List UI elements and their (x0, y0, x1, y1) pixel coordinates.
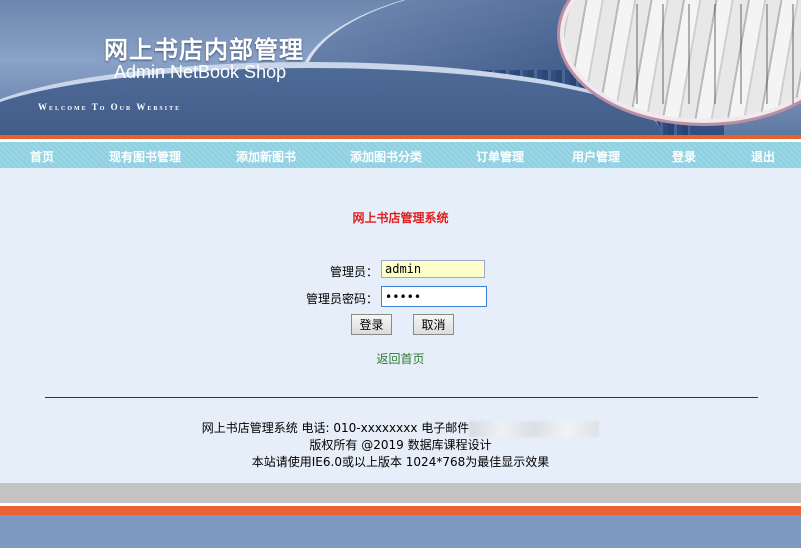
bottom-bar-blue (0, 515, 801, 548)
cancel-button[interactable]: 取消 (413, 314, 454, 335)
username-input[interactable] (381, 260, 485, 278)
bottom-bar-gray (0, 483, 801, 503)
password-input[interactable] (381, 286, 487, 307)
footer-contact-text: 网上书店管理系统 电话: 010-xxxxxxxx 电子邮件 (201, 421, 470, 435)
nav-users[interactable]: 用户管理 (572, 148, 620, 165)
site-title: 网上书店内部管理 (104, 36, 304, 64)
footer-copyright: 版权所有 @2019 数据库课程设计 (309, 438, 492, 452)
nav-books-manage[interactable]: 现有图书管理 (109, 148, 181, 165)
bottom-bar-orange (0, 506, 801, 515)
nav-login[interactable]: 登录 (672, 148, 696, 165)
login-heading: 网上书店管理系统 (352, 211, 449, 225)
login-button[interactable]: 登录 (351, 314, 392, 335)
footer-divider (45, 397, 758, 398)
username-label: 管理员： (329, 265, 378, 279)
nav-home[interactable]: 首页 (30, 148, 54, 165)
footer-contact: 网上书店管理系统 电话: 010-xxxxxxxx 电子邮件 (0, 419, 801, 437)
password-label: 管理员密码： (305, 292, 378, 306)
header-banner: 网上书店内部管理 Admin NetBook Shop Welcome To O… (0, 0, 801, 135)
redacted-email (469, 420, 600, 437)
nav-logout[interactable]: 退出 (751, 148, 775, 165)
nav-add-category[interactable]: 添加图书分类 (350, 148, 422, 165)
back-home-link[interactable]: 返回首页 (0, 350, 801, 367)
site-subtitle: Admin NetBook Shop (114, 62, 287, 82)
main-nav: 首页 现有图书管理 添加新图书 添加图书分类 订单管理 用户管理 登录 退出 (0, 142, 801, 168)
footer-browser-note: 本站请使用IE6.0或以上版本 1024*768为最佳显示效果 (251, 455, 550, 469)
nav-add-book[interactable]: 添加新图书 (236, 148, 296, 165)
welcome-text: Welcome To Our Website (38, 102, 182, 112)
nav-orders[interactable]: 订单管理 (476, 148, 524, 165)
